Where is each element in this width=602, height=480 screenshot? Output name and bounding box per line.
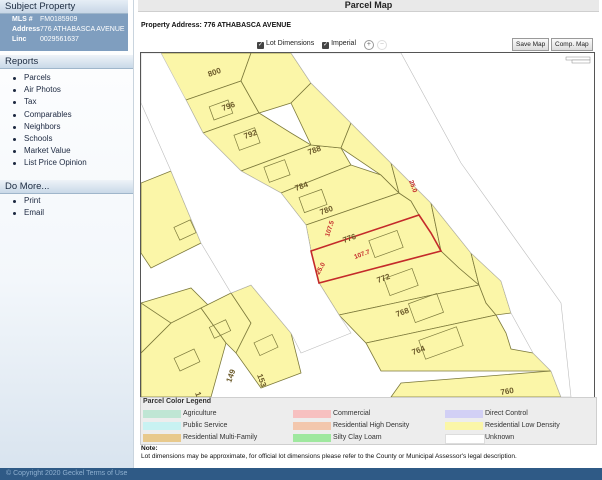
legend-label-residential-multi-family: Residential Multi-Family	[183, 434, 258, 441]
subject-property-panel: Subject Property MLS # FM0185909 Address7…	[0, 0, 128, 51]
legend-swatch-commercial	[293, 410, 331, 418]
menu-item-neighbors[interactable]: Neighbors	[0, 121, 128, 133]
linc-row: Linc 0029561637	[12, 35, 79, 44]
checkbox-checked-icon: ✓	[322, 42, 330, 49]
subject-property-heading: Subject Property	[0, 0, 128, 14]
parcel-color-legend: Parcel Color Legend Agriculture Commerci…	[140, 397, 597, 445]
legend-swatch-direct-control	[445, 410, 483, 418]
parcel-map-canvas: 800 796 792 788 784 780 776 772 768 764 …	[141, 53, 591, 397]
legend-swatch-agriculture	[143, 410, 181, 418]
lot-dimension-note: Note: Lot dimensions may be approximate,…	[141, 445, 517, 461]
parcel-map[interactable]: 800 796 792 788 784 780 776 772 768 764 …	[140, 52, 595, 398]
parcel-760[interactable]	[390, 370, 562, 397]
menu-item-email[interactable]: Email	[0, 207, 128, 219]
menu-item-market-value[interactable]: Market Value	[0, 145, 128, 157]
parcel-number-label: 149	[224, 368, 237, 384]
linc-value: 0029561637	[40, 36, 79, 43]
legend-label-direct-control: Direct Control	[485, 410, 528, 417]
lot-dimensions-toggle[interactable]: ✓ Lot Dimensions	[257, 40, 315, 49]
legend-swatch-residential-multi-family	[143, 434, 181, 442]
legend-swatch-public-service	[143, 422, 181, 430]
legend-label-residential-low-density: Residential Low Density	[485, 422, 560, 429]
lot-dimensions-label: Lot Dimensions	[265, 40, 315, 47]
zoom-out-icon[interactable]: −	[376, 40, 387, 50]
menu-item-air-photos[interactable]: Air Photos	[0, 84, 128, 96]
legend-swatch-residential-high-density	[293, 422, 331, 430]
address-label: Address	[12, 26, 41, 33]
legend-label-public-service: Public Service	[183, 422, 228, 429]
menu-item-schools[interactable]: Schools	[0, 133, 128, 145]
mls-row: MLS # FM0185909	[12, 15, 77, 24]
legend-swatch-silty-clay-loam	[293, 434, 331, 442]
imperial-label: Imperial	[331, 40, 357, 47]
menu-item-list-price-opinion[interactable]: List Price Opinion	[0, 157, 128, 169]
reports-heading: Reports	[0, 55, 133, 69]
comp-map-button[interactable]: Comp. Map	[551, 38, 593, 51]
reports-menu: Parcels Air Photos Tax Comparables Neigh…	[0, 72, 128, 170]
menu-item-print[interactable]: Print	[0, 195, 128, 207]
menu-item-comparables[interactable]: Comparables	[0, 109, 128, 121]
do-more-menu: Print Email	[0, 195, 128, 219]
map-controls: ✓ Lot Dimensions ✓ Imperial + −	[257, 40, 390, 50]
mls-value: FM0185909	[40, 16, 78, 23]
legend-title: Parcel Color Legend	[143, 398, 212, 405]
linc-label: Linc	[12, 36, 27, 43]
legend-swatch-unknown	[445, 434, 485, 444]
save-map-button[interactable]: Save Map	[512, 38, 550, 51]
address-value: 776 ATHABASCA AVENUE	[40, 26, 125, 33]
note-text: Lot dimensions may be approximate, for o…	[141, 453, 517, 460]
legend-label-commercial: Commercial	[333, 410, 371, 417]
sidebar: Subject Property MLS # FM0185909 Address7…	[0, 0, 134, 468]
page-title: Parcel Map	[138, 0, 599, 12]
legend-label-agriculture: Agriculture	[183, 410, 217, 417]
do-more-heading: Do More...	[0, 180, 133, 194]
mls-label: MLS #	[12, 16, 33, 23]
note-title: Note:	[141, 445, 158, 452]
property-address: Property Address: 776 ATHABASCA AVENUE	[141, 22, 292, 29]
footer: © Copyright 2020 Geckel Terms of Use	[0, 468, 602, 480]
legend-swatch-residential-low-density	[445, 422, 483, 430]
legend-label-unknown: Unknown	[485, 434, 515, 441]
imperial-toggle[interactable]: ✓ Imperial	[322, 40, 357, 49]
legend-label-residential-high-density: Residential High Density	[333, 422, 410, 429]
zoom-in-icon[interactable]: +	[363, 40, 374, 50]
menu-item-tax[interactable]: Tax	[0, 96, 128, 108]
map-scale-icon	[565, 56, 591, 64]
address-row: Address776 ATHABASCA AVENUE	[12, 25, 125, 34]
legend-label-silty-clay-loam: Silty Clay Loam	[333, 434, 382, 441]
menu-item-parcels[interactable]: Parcels	[0, 72, 128, 84]
checkbox-checked-icon: ✓	[257, 42, 264, 49]
